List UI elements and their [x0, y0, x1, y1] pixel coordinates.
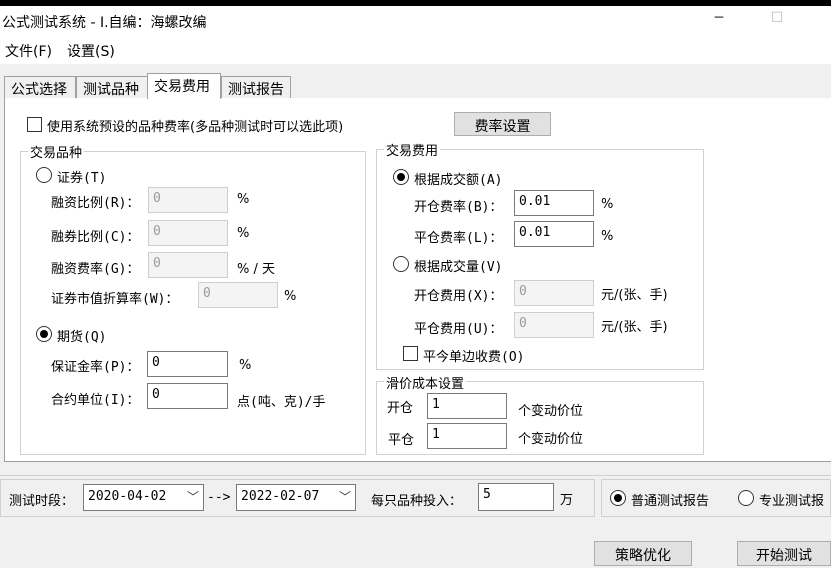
close-fee-unit: 元/(张、手) [601, 320, 668, 335]
open-fee-unit: 元/(张、手) [601, 288, 668, 303]
open-fee-rate-input[interactable]: 0.01 [514, 190, 594, 216]
contract-unit-label: 合约单位(I)： [51, 393, 140, 408]
by-amount-label: 根据成交额(A) [414, 173, 503, 188]
securities-label: 证券(T) [57, 171, 107, 186]
tab-trading-fees[interactable]: 交易费用 [147, 73, 221, 99]
margin-finance-label: 融资比例(R)： [51, 196, 140, 211]
maximize-button[interactable]: ☐ [762, 10, 792, 30]
date-range-arrow: --> [207, 490, 231, 505]
close-fee-rate-label: 平仓费率(L)： [414, 231, 503, 246]
strategy-optimize-button[interactable]: 策略优化 [594, 541, 692, 566]
fees-group-title: 交易费用 [384, 140, 441, 159]
start-date-picker[interactable]: 2020-04-02 ﹀ [83, 484, 204, 511]
normal-report-radio[interactable] [610, 490, 626, 506]
close-fee-rate-unit: % [601, 229, 614, 244]
slippage-group-title: 滑价成本设置 [384, 373, 467, 392]
margin-rate-input[interactable]: 0 [147, 351, 228, 377]
chevron-down-icon: ﹀ [338, 490, 351, 504]
slippage-close-label: 平仓 [388, 433, 415, 448]
discount-rate-input[interactable]: 0 [198, 282, 278, 308]
by-volume-label: 根据成交量(V) [414, 260, 503, 275]
minimize-button[interactable]: ─ [704, 10, 734, 30]
slippage-close-unit: 个变动价位 [518, 432, 584, 447]
start-test-button[interactable]: 开始测试 [737, 541, 831, 566]
tab-formula-select[interactable]: 公式选择 [4, 76, 76, 99]
tab-test-report[interactable]: 测试报告 [221, 76, 291, 99]
by-volume-radio[interactable] [393, 256, 409, 272]
margin-finance-input[interactable]: 0 [148, 187, 228, 213]
open-fee-rate-label: 开仓费率(B)： [414, 200, 503, 215]
start-date-value: 2020-04-02 [88, 489, 167, 504]
chevron-down-icon: ﹀ [186, 490, 199, 504]
period-label: 测试时段： [9, 494, 75, 509]
discount-rate-label: 证券市值折算率(W)： [51, 292, 179, 307]
contract-unit-input[interactable]: 0 [147, 383, 228, 409]
window-title: 公式测试系统 - I.自编：海螺改编 [2, 15, 207, 31]
short-sell-unit: % [237, 226, 250, 241]
margin-rate-unit: % [239, 358, 252, 373]
finance-rate-label: 融资费率(G)： [51, 262, 140, 277]
slippage-open-label: 开仓 [387, 401, 414, 416]
futures-label: 期货(Q) [57, 330, 107, 345]
pro-report-label: 专业测试报 [759, 494, 825, 509]
same-day-close-label: 平今单边收费(O) [423, 350, 525, 365]
slippage-open-unit: 个变动价位 [518, 404, 584, 419]
same-day-close-checkbox[interactable] [403, 346, 418, 361]
invest-input[interactable]: 5 [478, 483, 554, 511]
finance-rate-input[interactable]: 0 [148, 252, 228, 278]
short-sell-label: 融券比例(C)： [51, 230, 140, 245]
tab-test-instruments[interactable]: 测试品种 [76, 76, 148, 99]
futures-radio[interactable] [36, 326, 52, 342]
open-fee-rate-unit: % [601, 197, 614, 212]
securities-radio[interactable] [36, 167, 52, 183]
menu-file[interactable]: 文件(F) [5, 41, 52, 61]
preset-rate-checkbox[interactable] [27, 117, 42, 132]
menu-settings[interactable]: 设置(S) [67, 41, 115, 61]
menu-bar [0, 36, 831, 64]
slippage-close-input[interactable]: 1 [427, 423, 507, 449]
close-fee-rate-input[interactable]: 0.01 [514, 221, 594, 247]
slippage-open-input[interactable]: 1 [427, 393, 507, 419]
close-fee-input[interactable]: 0 [514, 312, 594, 338]
margin-finance-unit: % [237, 192, 250, 207]
close-fee-label: 平仓费用(U)： [414, 322, 503, 337]
end-date-picker[interactable]: 2022-02-07 ﹀ [236, 484, 356, 511]
normal-report-label: 普通测试报告 [631, 494, 710, 509]
pro-report-radio[interactable] [738, 490, 754, 506]
finance-rate-unit: % / 天 [237, 262, 275, 277]
bottom-divider [0, 475, 831, 476]
contract-unit-unit: 点(吨、克)/手 [237, 395, 326, 410]
invest-unit: 万 [560, 493, 574, 508]
rate-settings-button[interactable]: 费率设置 [454, 112, 551, 136]
discount-rate-unit: % [284, 289, 297, 304]
end-date-value: 2022-02-07 [241, 489, 320, 504]
open-fee-label: 开仓费用(X)： [414, 289, 503, 304]
preset-rate-label: 使用系统预设的品种费率(多品种测试时可以选此项) [47, 120, 344, 135]
invest-label: 每只品种投入： [371, 494, 463, 509]
short-sell-input[interactable]: 0 [148, 220, 228, 246]
by-amount-radio[interactable] [393, 169, 409, 185]
instrument-group-title: 交易品种 [28, 142, 85, 161]
open-fee-input[interactable]: 0 [514, 280, 594, 306]
margin-rate-label: 保证金率(P)： [51, 360, 140, 375]
